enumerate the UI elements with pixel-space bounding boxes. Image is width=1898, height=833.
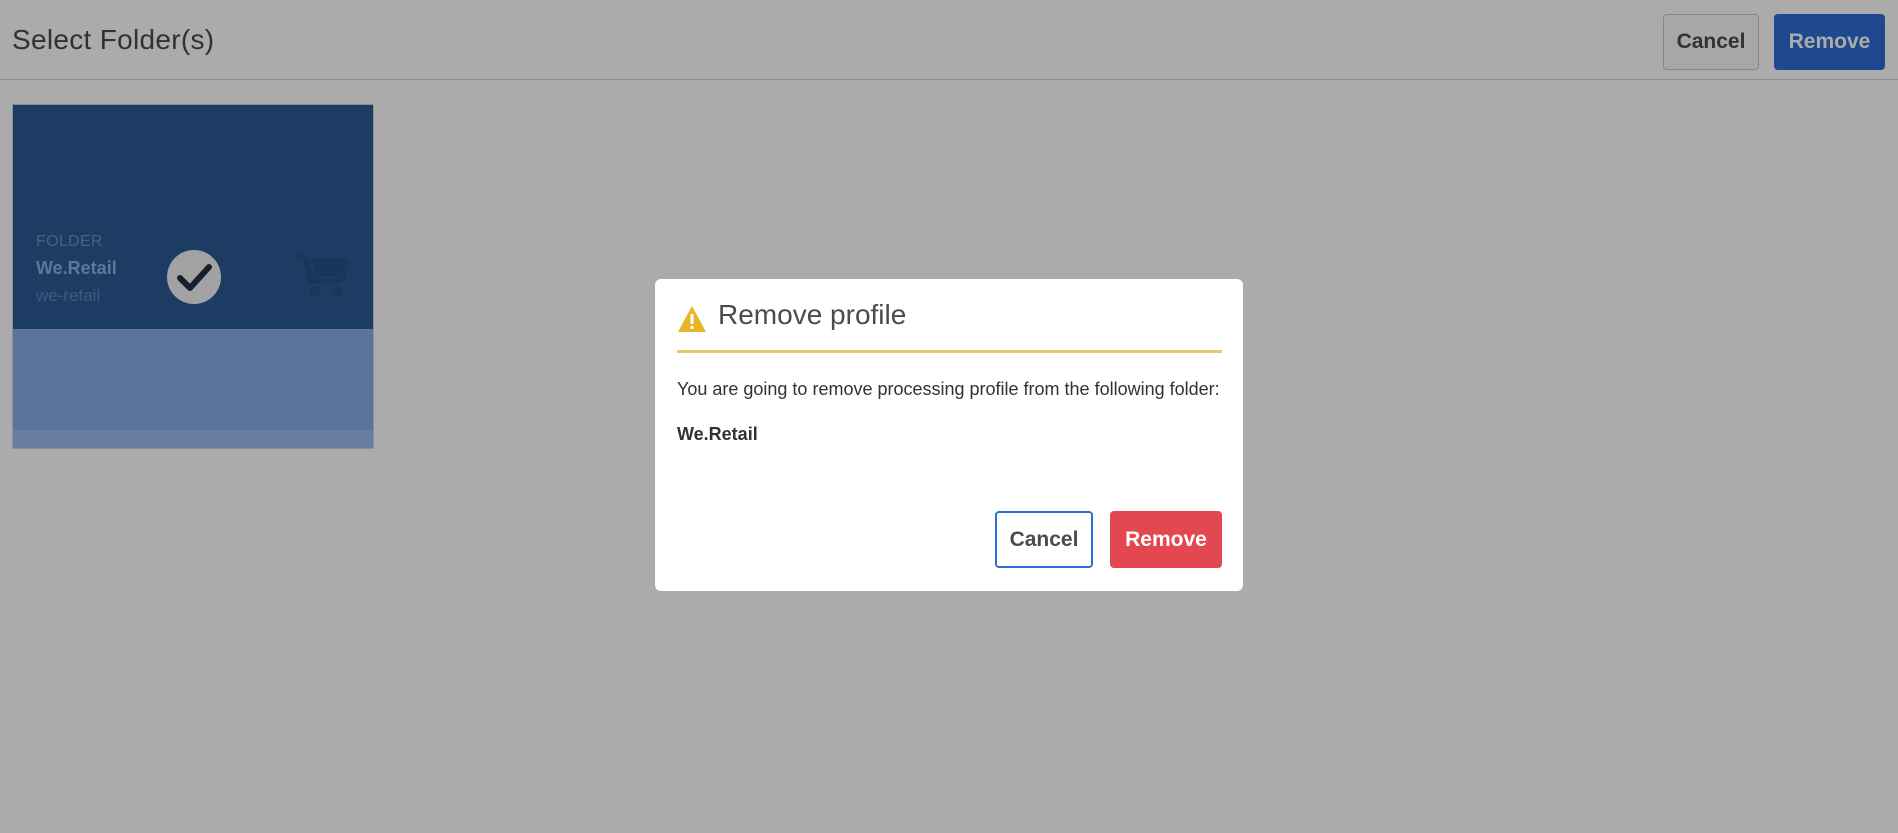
app-window: Select Folder(s) Cancel Remove FOLDER We… [0,0,1898,833]
dialog-message: You are going to remove processing profi… [677,379,1220,399]
dialog-title: Remove profile [718,299,907,330]
dialog-cancel-button[interactable]: Cancel [995,511,1093,568]
dialog-folder-name: We.Retail [677,424,758,444]
remove-profile-dialog: Remove profile You are going to remove p… [655,279,1243,591]
warning-icon [678,306,706,332]
dialog-title-divider [677,350,1222,353]
dialog-remove-button[interactable]: Remove [1110,511,1222,568]
